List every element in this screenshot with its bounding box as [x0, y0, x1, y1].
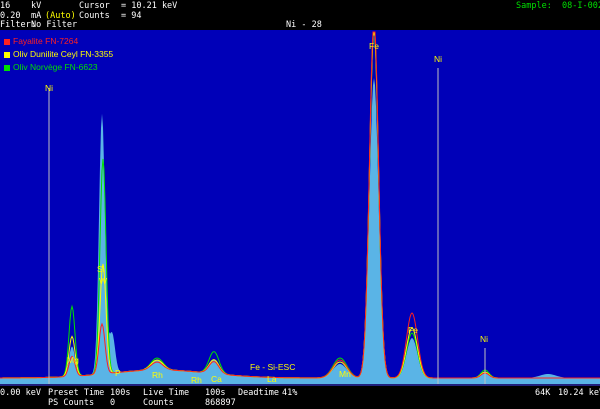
- spectrum-svg: [0, 31, 600, 386]
- legend-swatch-green: [4, 64, 10, 71]
- legend-item-dunilite[interactable]: Oliv Dunilite Ceyl FN-3355: [4, 49, 113, 59]
- counts-total-value: 868897: [205, 398, 236, 408]
- peak-label-rh1: Rh: [152, 370, 163, 380]
- deadtime-label: Deadtime: [238, 388, 279, 398]
- spectrum-line-red: [0, 31, 600, 379]
- sample-value: 08-I-0021: [562, 1, 600, 11]
- peak-label-fe-esc: Fe - Si-ESC: [250, 362, 296, 372]
- peak-label-si: Si: [97, 264, 105, 274]
- ps-counts-value: 0: [110, 398, 116, 408]
- kv-unit: kV: [31, 1, 42, 11]
- spectrum-line-green: [0, 31, 600, 379]
- spectrum-plot[interactable]: Fayalite FN-7264 Oliv Dunilite Ceyl FN-3…: [0, 30, 600, 386]
- kv-value: 16: [0, 1, 11, 11]
- cursor-value: = 10.21 keV: [121, 1, 178, 11]
- peak-label-w: W: [99, 276, 108, 286]
- x-min-label: 0.00 keV: [0, 388, 41, 398]
- legend-item-fayalite[interactable]: Fayalite FN-7264: [4, 36, 78, 46]
- peak-label-fe-ka: Fe: [369, 41, 379, 51]
- peak-label-ni-kb: Ni: [480, 334, 489, 344]
- counts-label: Counts: [79, 11, 110, 21]
- legend-label: Oliv Dunilite Ceyl FN-3355: [13, 49, 114, 59]
- legend-label: Oliv Norvège FN-6623: [13, 62, 98, 72]
- peak-label-ni-ka: Ni: [434, 54, 443, 64]
- peak-label-la: La: [267, 374, 277, 384]
- cursor-label: Cursor: [79, 1, 110, 11]
- spectrum-line-yellow: [0, 31, 600, 379]
- peak-label-ni-l: Ni: [45, 83, 54, 93]
- counts-value: = 94: [121, 11, 142, 21]
- live-time-value: 100s: [205, 388, 226, 398]
- x-max-label: 10.24 keV: [558, 388, 600, 398]
- counts-total-label: Counts: [143, 398, 174, 408]
- legend-swatch-red: [4, 38, 10, 45]
- legend-label: Fayalite FN-7264: [13, 36, 79, 46]
- preset-time-label: Preset Time: [48, 388, 105, 398]
- peak-label-fe-kb: Fe: [408, 325, 418, 335]
- spectrum-title: Ni - 28: [286, 20, 322, 30]
- status-footer: 0.00 keV Preset Time 100s Live Time 100s…: [0, 386, 600, 409]
- deadtime-value: 41%: [282, 388, 298, 398]
- ps-counts-label: PS Counts: [48, 398, 95, 408]
- legend-swatch-yellow: [4, 51, 10, 58]
- preset-time-value: 100s: [110, 388, 131, 398]
- peak-label-p: P: [115, 368, 121, 378]
- scale-label[interactable]: 64K: [535, 388, 550, 398]
- peak-label-ca: Ca: [211, 374, 222, 384]
- peak-label-mn: Mn: [339, 369, 351, 379]
- legend-item-norvege[interactable]: Oliv Norvège FN-6623: [4, 62, 98, 72]
- peak-label-mg: Mg: [67, 355, 79, 365]
- live-time-label: Live Time: [143, 388, 190, 398]
- sample-label: Sample:: [516, 1, 552, 11]
- peak-label-rh2: Rh: [191, 375, 202, 385]
- spectrum-fill: [0, 78, 600, 384]
- filter-value[interactable]: No Filter: [31, 20, 77, 30]
